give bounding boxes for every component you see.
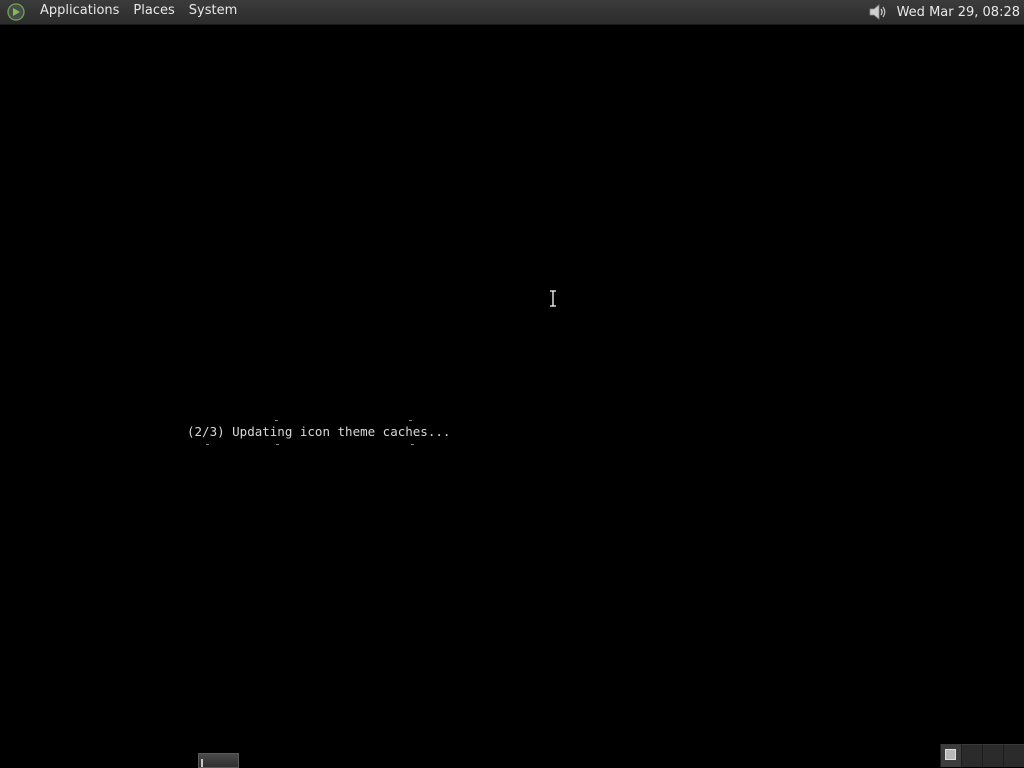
system-tray: Wed Mar 29, 08:28: [867, 0, 1024, 24]
text-cursor-icon: [550, 290, 556, 307]
desktop: Applications Places System Wed Mar 29, 0…: [0, 0, 1024, 768]
console-artifact: [409, 420, 412, 421]
workspace-switcher: [940, 744, 1024, 768]
taskbar-window-button[interactable]: [198, 753, 239, 768]
clock[interactable]: Wed Mar 29, 08:28: [897, 5, 1024, 20]
workspace-3[interactable]: [982, 744, 1003, 767]
menu-bar: Applications Places System: [0, 0, 244, 24]
volume-icon[interactable]: [867, 2, 889, 22]
workspace-1[interactable]: [940, 744, 961, 767]
console-artifact: [206, 444, 209, 445]
console-output-line: (2/3) Updating icon theme caches...: [187, 424, 451, 439]
distro-logo-icon[interactable]: [7, 3, 25, 21]
console-artifact: [275, 420, 278, 421]
menu-applications[interactable]: Applications: [33, 0, 126, 24]
console-artifact: [276, 444, 279, 445]
workspace-4[interactable]: [1003, 744, 1024, 767]
workspace-2[interactable]: [961, 744, 982, 767]
menu-system[interactable]: System: [182, 0, 244, 24]
console-artifact: [411, 444, 414, 445]
menu-places[interactable]: Places: [126, 0, 181, 24]
bottom-panel: [0, 744, 1024, 768]
top-panel: Applications Places System Wed Mar 29, 0…: [0, 0, 1024, 25]
